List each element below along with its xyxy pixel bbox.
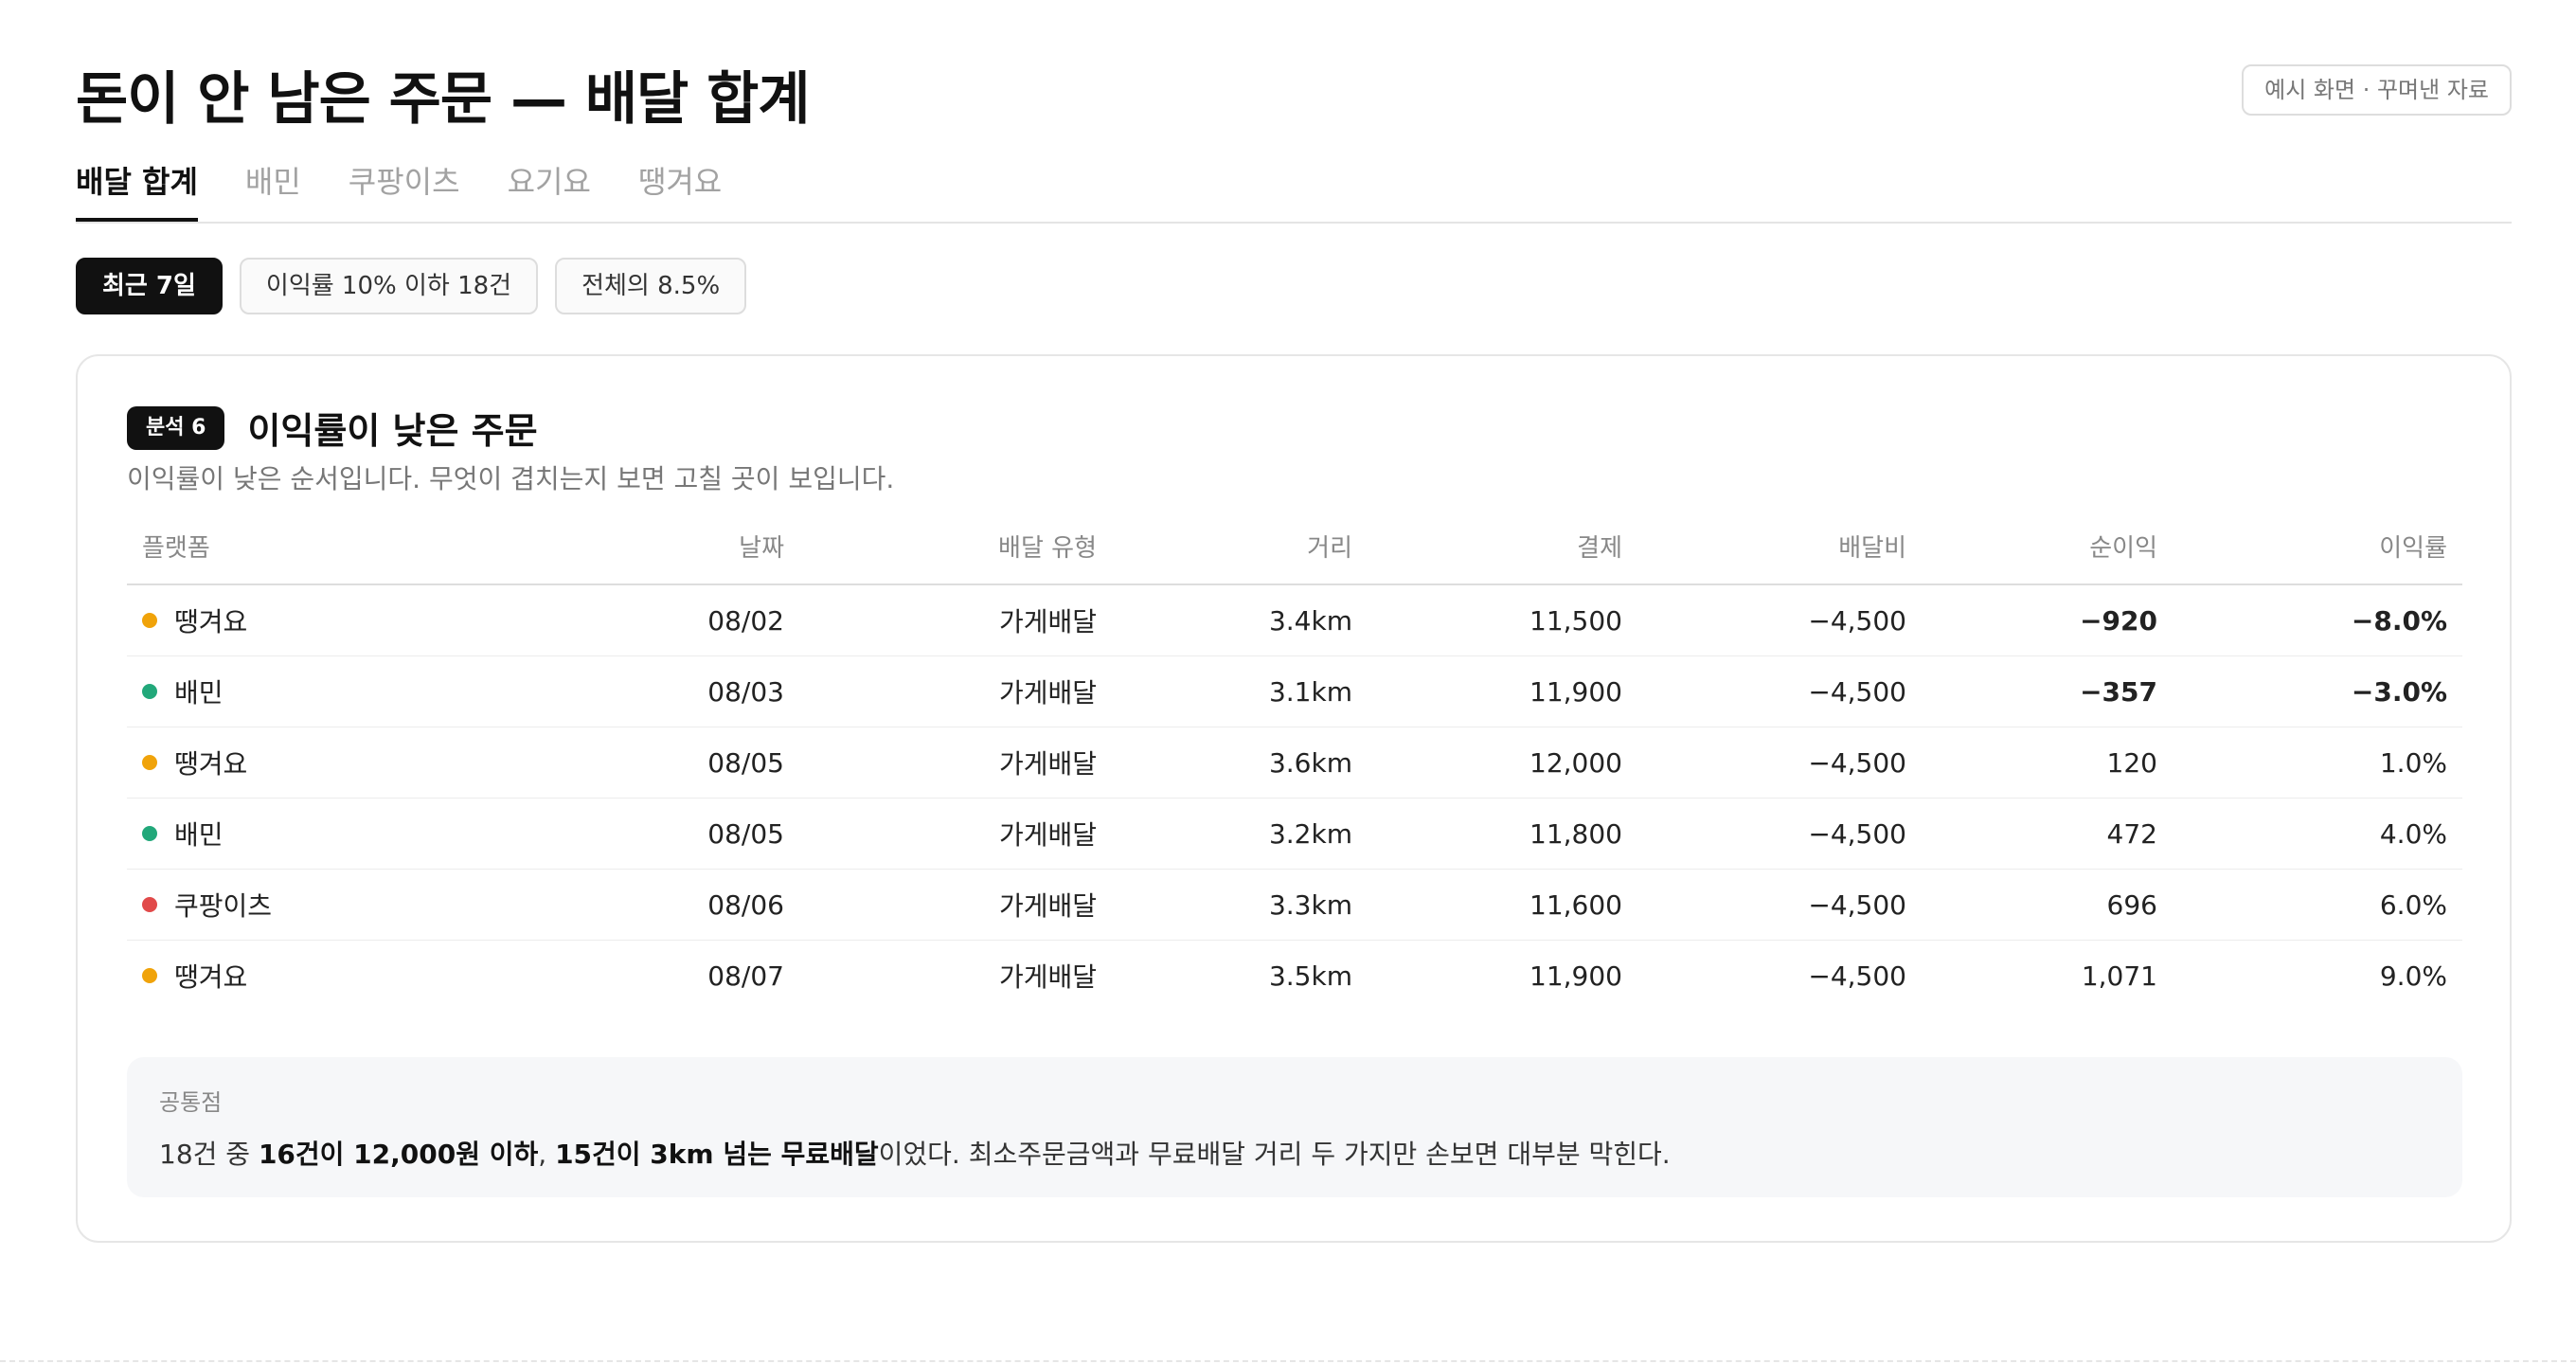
cell-delivery-type: 가게배달 — [799, 798, 1112, 870]
cell-platform: 땡겨요 — [174, 961, 248, 993]
common-text-highlight: 15건이 3km 넘는 무료배달 — [555, 1139, 879, 1170]
cell-date: 08/05 — [544, 727, 799, 799]
cell-delivery-fee: −4,500 — [1637, 584, 1922, 656]
sample-badge: 예시 화면 · 꾸며낸 자료 — [2242, 64, 2512, 116]
platform-dot-icon — [142, 968, 157, 983]
cell-delivery-fee: −4,500 — [1637, 655, 1922, 727]
tab-baemin[interactable]: 배민 — [245, 157, 301, 220]
bottom-divider — [0, 1360, 2576, 1362]
page: 돈이 안 남은 주문 — 배달 합계 예시 화면 · 꾸며낸 자료 배달 합계 … — [76, 0, 2512, 1243]
platform-dot-icon — [142, 897, 157, 912]
column-header-distance[interactable]: 거리 — [1112, 508, 1368, 585]
cell-date: 08/02 — [544, 584, 799, 656]
table-row[interactable]: 배민 08/03 가게배달 3.1km 11,900 −4,500 −357 −… — [127, 655, 2462, 727]
cell-payment: 11,500 — [1368, 584, 1637, 656]
cell-margin: 4.0% — [2173, 798, 2462, 870]
cell-margin: −3.0% — [2173, 655, 2462, 727]
cell-distance: 3.2km — [1112, 798, 1368, 870]
cell-distance: 3.5km — [1268, 960, 1352, 992]
common-text-part: , — [538, 1139, 556, 1170]
cell-net-profit: 696 — [1922, 869, 2173, 941]
cell-payment: 12,000 — [1368, 727, 1637, 799]
card-description: 이익률이 낮은 순서입니다. 무엇이 겹치는지 보면 고칠 곳이 보입니다. — [127, 463, 895, 494]
cell-delivery-fee: −4,500 — [1637, 727, 1922, 799]
table-row[interactable]: 땡겨요 08/02 가게배달 3.4km 11,500 −4,500 −920 … — [127, 584, 2462, 656]
cell-distance: 3.1km — [1112, 655, 1368, 727]
cell-date: 08/03 — [544, 655, 799, 727]
cell-margin: −8.0% — [2173, 584, 2462, 656]
cell-delivery-type: 가게배달 — [799, 727, 1112, 799]
tab-delivery-total[interactable]: 배달 합계 — [76, 157, 198, 222]
cell-distance: 3.4km — [1112, 584, 1368, 656]
cell-payment: 11,800 — [1368, 798, 1637, 870]
table-header-row: 플랫폼 날짜 배달 유형 거리 결제 배달비 순이익 이익률 — [127, 508, 2462, 585]
cell-date: 08/06 — [544, 869, 799, 941]
cell-payment: 11,900 — [1368, 655, 1637, 727]
column-header-delivery-type[interactable]: 배달 유형 — [799, 508, 1112, 585]
cell-delivery-fee: −4,500 — [1637, 869, 1922, 941]
cell-date: 08/05 — [544, 798, 799, 870]
cell-delivery-fee: −4,500 — [1808, 960, 1906, 992]
cell-margin: 9.0% — [2379, 960, 2447, 992]
cell-net-profit: −357 — [1922, 655, 2173, 727]
platform-dot-icon — [142, 755, 157, 770]
platform-dot-icon — [142, 613, 157, 628]
cell-platform: 땡겨요 — [174, 606, 248, 637]
card-header: 분석 6 이익률이 낮은 주문 — [127, 402, 538, 454]
cell-distance: 3.3km — [1112, 869, 1368, 941]
tab-yogiyo[interactable]: 요기요 — [508, 157, 591, 220]
table-row[interactable]: 배민 08/05 가게배달 3.2km 11,800 −4,500 472 4.… — [127, 798, 2462, 870]
cell-platform: 쿠팡이츠 — [174, 890, 273, 922]
cell-payment: 11,600 — [1368, 869, 1637, 941]
low-margin-orders-table: 플랫폼 날짜 배달 유형 거리 결제 배달비 순이익 이익률 땡겨요 08/02… — [127, 508, 2462, 1011]
column-header-margin[interactable]: 이익률 — [2173, 508, 2462, 585]
column-header-payment[interactable]: 결제 — [1368, 508, 1637, 585]
cell-margin: 6.0% — [2173, 869, 2462, 941]
filter-chip-margin[interactable]: 이익률 10% 이하 18건 — [239, 258, 539, 314]
filter-chips: 최근 7일 이익률 10% 이하 18건 전체의 8.5% — [76, 258, 763, 314]
cell-platform: 배민 — [174, 677, 224, 709]
common-findings-box: 공통점 18건 중 16건이 12,000원 이하, 15건이 3km 넘는 무… — [127, 1057, 2462, 1197]
cell-delivery-type: 가게배달 — [799, 584, 1112, 656]
cell-delivery-fee: −4,500 — [1637, 798, 1922, 870]
common-text-highlight: 16건이 12,000원 이하 — [258, 1139, 539, 1170]
analysis-card: 분석 6 이익률이 낮은 주문 이익률이 낮은 순서입니다. 무엇이 겹치는지 … — [76, 354, 2512, 1243]
card-title: 이익률이 낮은 주문 — [247, 410, 538, 452]
cell-delivery-type: 가게배달 — [799, 869, 1112, 941]
cell-net-profit: 120 — [1922, 727, 2173, 799]
header: 돈이 안 남은 주문 — 배달 합계 예시 화면 · 꾸며낸 자료 — [76, 0, 2512, 142]
common-findings-label: 공통점 — [159, 1089, 223, 1116]
column-header-delivery-fee[interactable]: 배달비 — [1637, 508, 1922, 585]
page-title: 돈이 안 남은 주문 — 배달 합계 — [76, 66, 811, 133]
table-body: 땡겨요 08/02 가게배달 3.4km 11,500 −4,500 −920 … — [127, 584, 2462, 1011]
table-row[interactable]: 땡겨요 08/07 가게배달 3.5km 11,900 −4,500 1,071… — [127, 941, 2462, 1012]
column-header-platform[interactable]: 플랫폼 — [127, 508, 544, 585]
filter-chip-share[interactable]: 전체의 8.5% — [555, 258, 747, 314]
cell-platform: 땡겨요 — [174, 748, 248, 780]
cell-date: 08/07 — [707, 960, 784, 992]
cell-margin: 1.0% — [2173, 727, 2462, 799]
cell-distance: 3.6km — [1112, 727, 1368, 799]
tab-bar: 배달 합계 배민 쿠팡이츠 요기요 땡겨요 — [76, 157, 2512, 224]
cell-net-profit: 472 — [1922, 798, 2173, 870]
platform-dot-icon — [142, 826, 157, 841]
analysis-badge: 분석 6 — [127, 405, 225, 450]
column-header-net-profit[interactable]: 순이익 — [1922, 508, 2173, 585]
cell-delivery-type: 가게배달 — [799, 655, 1112, 727]
cell-payment: 11,900 — [1530, 960, 1622, 992]
tab-coupang-eats[interactable]: 쿠팡이츠 — [349, 157, 460, 220]
table-row[interactable]: 쿠팡이츠 08/06 가게배달 3.3km 11,600 −4,500 696 … — [127, 869, 2462, 941]
common-text-part: 18건 중 — [159, 1139, 259, 1170]
platform-dot-icon — [142, 684, 157, 699]
common-text-part: 이었다. 최소주문금액과 무료배달 거리 두 가지만 손보면 대부분 막힌다. — [878, 1139, 1671, 1170]
filter-chip-period[interactable]: 최근 7일 — [76, 258, 223, 314]
cell-platform: 배민 — [174, 819, 224, 851]
column-header-date[interactable]: 날짜 — [544, 508, 799, 585]
tab-ddangyo[interactable]: 땡겨요 — [638, 157, 722, 220]
cell-net-profit: −920 — [1922, 584, 2173, 656]
cell-net-profit: 1,071 — [2081, 960, 2157, 992]
table-row[interactable]: 땡겨요 08/05 가게배달 3.6km 12,000 −4,500 120 1… — [127, 727, 2462, 799]
cell-delivery-type: 가게배달 — [998, 961, 1097, 993]
common-findings-text: 18건 중 16건이 12,000원 이하, 15건이 3km 넘는 무료배달이… — [159, 1134, 2430, 1172]
